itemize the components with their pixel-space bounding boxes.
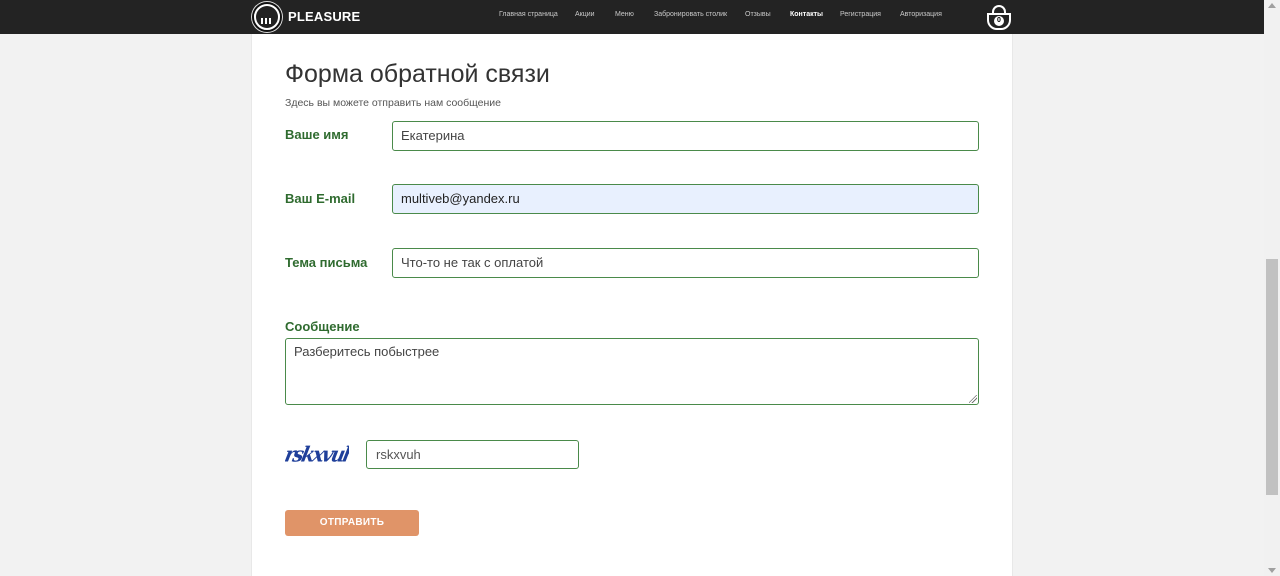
email-field[interactable]: multiveb@yandex.ru	[392, 184, 979, 214]
scroll-down-arrow-icon[interactable]	[1268, 568, 1276, 573]
subject-label: Тема письма	[285, 255, 368, 270]
resize-handle-icon[interactable]	[969, 395, 977, 403]
cart-icon[interactable]: 0	[986, 4, 1012, 30]
page-subtitle: Здесь вы можете отправить нам сообщение	[285, 97, 502, 109]
name-label: Ваше имя	[285, 127, 349, 142]
captcha-image-text: rskxvuh	[285, 442, 349, 468]
scroll-up-arrow-icon[interactable]	[1268, 3, 1276, 8]
subject-field[interactable]: Что-то не так с оплатой	[392, 248, 979, 278]
scrollbar[interactable]	[1264, 0, 1280, 576]
message-label: Сообщение	[285, 319, 360, 334]
message-text: Разберитесь побыстрее	[294, 344, 440, 359]
nav-reviews[interactable]: Отзывы	[745, 11, 771, 18]
page-title: Форма обратной связи	[285, 60, 550, 88]
nav-book-table[interactable]: Забронировать столик	[654, 11, 727, 18]
nav-login[interactable]: Авторизация	[900, 11, 942, 18]
nav-promotions[interactable]: Акции	[575, 11, 595, 18]
name-field[interactable]: Екатерина	[392, 121, 979, 151]
nav-home[interactable]: Главная страница	[499, 11, 558, 18]
nav-registration[interactable]: Регистрация	[840, 11, 881, 18]
captcha-image: rskxvuh	[285, 442, 349, 468]
message-textarea[interactable]: Разберитесь побыстрее	[285, 338, 979, 405]
top-navbar: PLEASURE Главная страница Акции Меню Заб…	[0, 0, 1264, 34]
submit-button[interactable]: ОТПРАВИТЬ	[285, 510, 419, 536]
nav-menu[interactable]: Меню	[615, 11, 634, 18]
logo-icon[interactable]	[252, 2, 282, 32]
email-label: Ваш E-mail	[285, 191, 356, 206]
captcha-input[interactable]: rskxvuh	[366, 440, 579, 469]
feedback-card	[251, 34, 1013, 576]
brand-name[interactable]: PLEASURE	[288, 9, 360, 24]
nav-contacts[interactable]: Контакты	[790, 11, 823, 18]
cart-count-badge: 0	[994, 16, 1004, 26]
scrollbar-thumb[interactable]	[1266, 259, 1278, 495]
